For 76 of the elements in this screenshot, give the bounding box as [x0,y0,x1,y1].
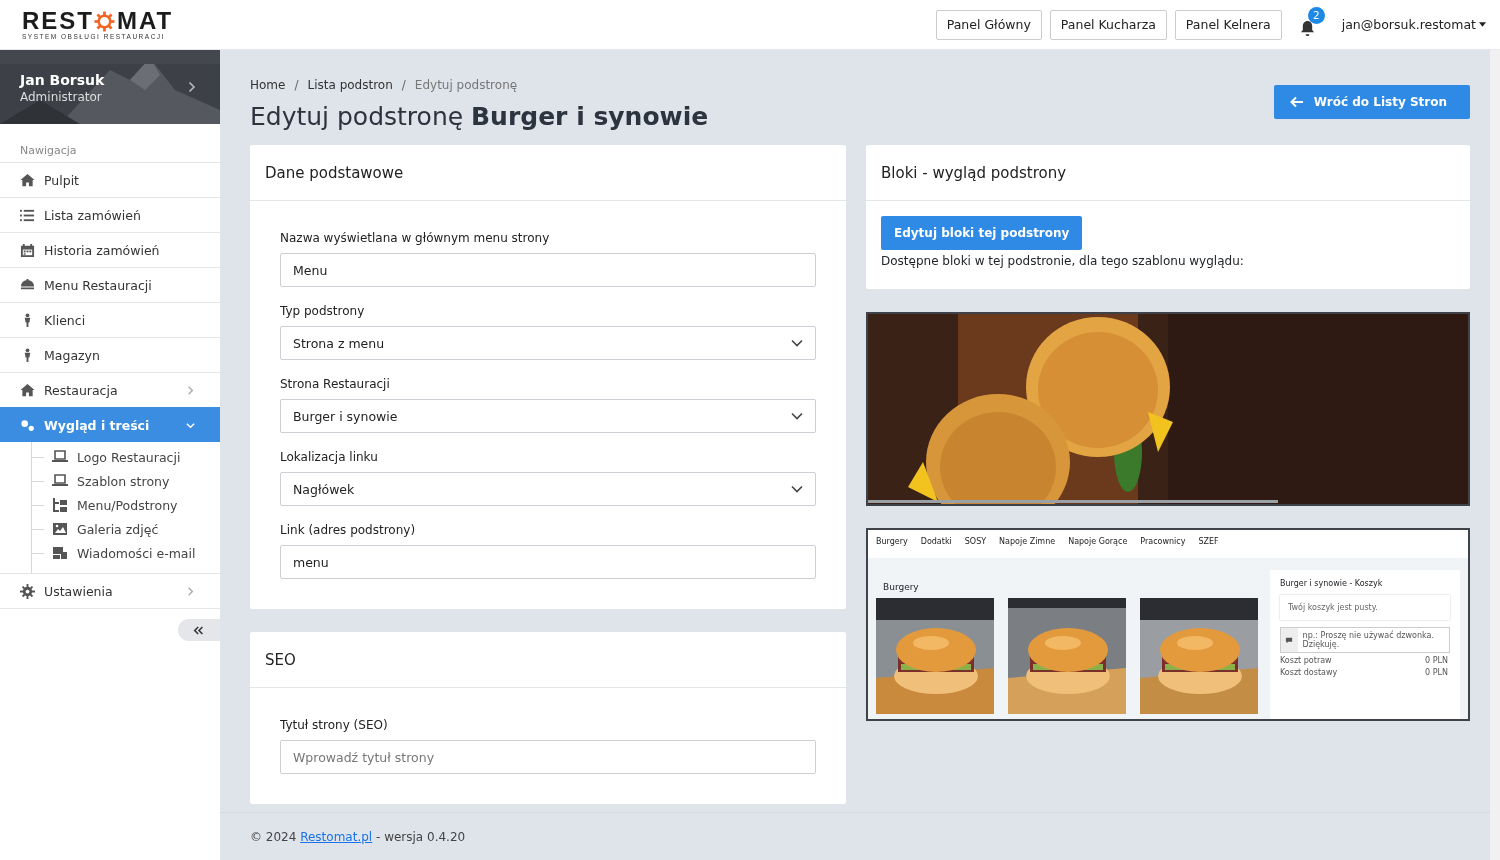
card-title: Bloki - wygląd podstrony [866,145,1470,201]
preview-nav-link: Napoje Gorące [1068,537,1128,548]
bell-icon[interactable] [1299,19,1315,37]
calendar-icon [20,242,35,258]
field-label: Strona Restauracji [280,377,391,391]
breadcrumb-link[interactable]: Lista podstron [307,78,393,92]
field-label: Link (adres podstrony) [280,523,417,537]
user-role: Administrator [20,90,103,104]
field-label: Tytuł strony (SEO) [280,718,389,732]
gears-icon [20,417,35,433]
image-icon [52,521,68,537]
home-icon [20,172,35,188]
select-field[interactable]: Nagłówek [280,472,816,506]
preview-nav-link: SOSY [964,537,987,548]
select-field[interactable]: Burger i synowie [280,399,816,433]
laptop-icon [52,449,68,465]
laptop-icon [52,473,68,489]
preview-nav-link: Burgery [876,537,908,548]
card-title: Dane podstawowe [250,145,846,201]
panel-button[interactable]: Panel Kucharza [1049,9,1167,40]
empty-cart-message: Twój koszyk jest pusty. [1280,595,1450,620]
preview-nav-link: Napoje Zimne [999,537,1056,548]
input-field[interactable]: Wprowadź tytuł strony [280,740,816,774]
chevron-icon [791,485,803,493]
card-title: SEO [250,632,846,688]
preview-nav-link: SZEF [1198,537,1219,548]
field-label: Typ podstrony [280,304,366,318]
footer-text: © 2024 Restomat.pl - wersja 0.4.20 [250,829,466,844]
breadcrumb-separator: / [401,78,406,92]
chevron-icon [791,339,803,347]
cart-title: Burger i synowie - Koszyk [1280,579,1384,588]
field-label: Nazwa wyświetlana w głównym menu strony [280,231,551,245]
user-menu[interactable]: jan@borsuk.restomat [1341,17,1486,32]
edit-blocks-button[interactable]: Edytuj bloki tej podstrony [881,216,1083,250]
preview-nav-link: Dodatki [920,537,952,548]
cost-value: 0 PLN [1425,656,1448,665]
page-preview[interactable] [866,528,1470,721]
comment-icon [1281,628,1298,652]
arrow-left-icon [1289,96,1304,108]
input-field[interactable]: menu [280,545,816,579]
preview-nav-link: Pracownicy [1140,537,1186,548]
gear-icon [94,10,115,32]
cost-value: 0 PLN [1425,668,1448,677]
page-title: Edytuj podstronę Burger i synowie [250,102,709,131]
gear-icon [20,583,35,599]
collapse-button[interactable] [178,619,220,641]
field-label: Lokalizacja linku [280,450,379,464]
home-icon [20,382,35,398]
blocks-note: Dostępne bloki w tej podstronie, dla tego szablonu wyglądu: [881,254,1245,268]
input-field[interactable]: Menu [280,253,816,287]
user-name: Jan Borsuk [20,71,105,90]
note-field[interactable]: np.: Proszę nie używać dzwonka. Dziękuję. [1280,627,1450,653]
chevron-icon [188,81,196,93]
notification-badge: 2 [1307,6,1325,24]
breadcrumb-link[interactable]: Home [250,78,286,92]
preview-heading: Burgery [882,581,920,594]
section-label: Nawigacja [19,143,78,159]
double-chevron-icon [193,624,205,636]
footer-link[interactable]: Restomat.pl [300,829,373,844]
cost-label: Koszt dostawy [1280,668,1338,677]
cost-label: Koszt potraw [1280,656,1332,665]
back-button[interactable]: Wróć do Listy Stron [1273,85,1470,119]
panel-button[interactable]: Panel Kelnera [1174,9,1282,40]
nav-item[interactable]: Pulpit [0,162,220,197]
caret-icon [1479,22,1486,27]
breadcrumb-current: Edytuj podstronę [414,78,518,92]
nav-item[interactable]: Historia zamówień [0,232,220,267]
breadcrumb-separator: / [294,78,299,92]
nav-item[interactable]: Ustawienia [0,573,220,608]
email-icon [52,545,68,561]
user-panel[interactable]: Jan Borsuk Administrator [0,50,220,124]
chevron-icon [791,412,803,420]
list-icon [20,207,35,223]
panel-button[interactable]: Panel Główny [935,9,1042,40]
select-field[interactable]: Strona z menu [280,326,816,360]
sitemap-icon [52,497,68,513]
